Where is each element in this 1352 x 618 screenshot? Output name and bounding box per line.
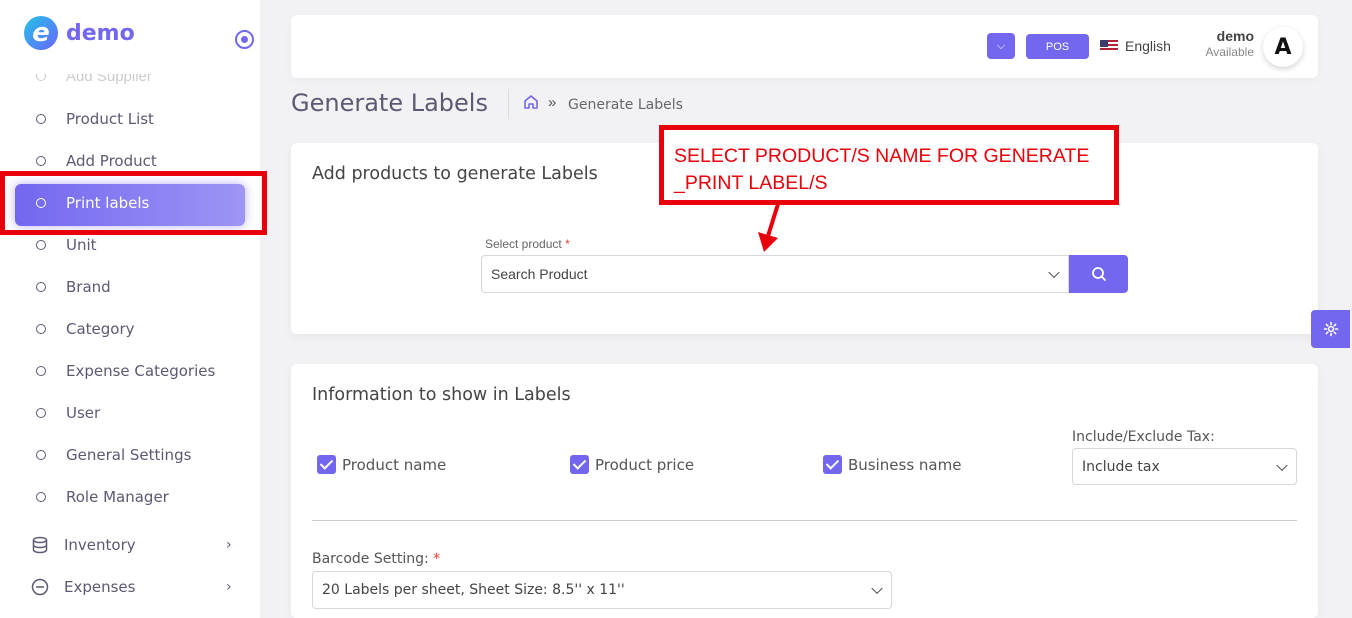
card-title: Add products to generate Labels [312, 164, 598, 184]
tax-label: Include/Exclude Tax: [1072, 429, 1215, 445]
sidebar-item-label: Add Product [66, 152, 157, 170]
sidebar-item-label: General Settings [66, 446, 192, 464]
circle-icon [36, 198, 46, 208]
brand[interactable]: e demo [24, 16, 135, 50]
tax-value: Include tax [1082, 458, 1160, 475]
pos-button[interactable]: POS [1026, 34, 1089, 59]
customizer-settings-button[interactable] [1311, 310, 1350, 348]
barcode-setting-label: Barcode Setting: * [312, 551, 441, 567]
sidebar-item-category[interactable]: Category [0, 308, 260, 350]
card-title: Information to show in Labels [312, 385, 571, 405]
circle-icon [36, 240, 46, 250]
sidebar: e demo Add Supplier Product List Add Pro… [0, 0, 260, 618]
barcode-setting-select[interactable]: 20 Labels per sheet, Sheet Size: 8.5'' x… [312, 571, 892, 609]
header-dropdown-button[interactable]: ⌵ [987, 33, 1015, 59]
sidebar-item-label: Print labels [66, 194, 150, 212]
database-icon [32, 536, 48, 554]
user-info[interactable]: demo Available [1196, 28, 1254, 59]
product-search-select[interactable]: Search Product [481, 255, 1069, 293]
sidebar-item-label: Category [66, 320, 135, 338]
language-label: English [1125, 38, 1171, 54]
annotation-line-2: _PRINT LABEL/S [674, 172, 828, 194]
user-status: Available [1205, 45, 1254, 59]
us-flag-icon [1100, 40, 1118, 52]
sidebar-group-label: Expenses [64, 578, 136, 596]
sidebar-group-label: Inventory [64, 536, 136, 554]
sidebar-item-label: Product List [66, 110, 154, 128]
gear-icon [1323, 321, 1338, 337]
brand-logo: e [24, 16, 58, 50]
minus-circle-icon [31, 578, 49, 596]
search-icon [1091, 267, 1106, 281]
sidebar-item-user[interactable]: User [0, 392, 260, 434]
checkbox-label: Business name [848, 455, 962, 474]
circle-icon [36, 282, 46, 292]
sidebar-item-label: Unit [66, 236, 97, 254]
sidebar-menu: Product List Add Product Print labels Un… [0, 98, 260, 518]
annotation-callout: SELECT PRODUCT/S NAME FOR GENERATE _PRIN… [659, 125, 1119, 205]
product-name-checkbox[interactable]: Product name [317, 455, 446, 474]
divider [312, 520, 1297, 521]
sidebar-item-product-list[interactable]: Product List [0, 98, 260, 140]
sidebar-item-expense-categories[interactable]: Expense Categories [0, 350, 260, 392]
sidebar-group-expenses[interactable]: Expenses › [0, 566, 260, 608]
circle-icon [36, 156, 46, 166]
annotation-arrow [758, 203, 780, 252]
avatar[interactable]: A [1263, 27, 1303, 67]
sidebar-item-label: Expense Categories [66, 362, 216, 380]
label-info-card: Information to show in Labels Product na… [291, 364, 1318, 618]
language-selector[interactable]: English [1100, 38, 1171, 54]
chevron-down-icon [1276, 459, 1288, 471]
search-button[interactable] [1069, 255, 1128, 293]
product-price-checkbox[interactable]: Product price [570, 455, 694, 474]
sidebar-item-label: Role Manager [66, 488, 169, 506]
sidebar-item-general-settings[interactable]: General Settings [0, 434, 260, 476]
tax-select[interactable]: Include tax [1072, 448, 1297, 485]
home-icon[interactable] [523, 94, 539, 110]
chevron-down-icon [1048, 266, 1060, 279]
sidebar-item-label: User [66, 404, 101, 422]
circle-icon [36, 408, 46, 418]
sidebar-item-brand[interactable]: Brand [0, 266, 260, 308]
annotation-line-1: SELECT PRODUCT/S NAME FOR GENERATE [674, 145, 1090, 167]
title-divider [508, 89, 509, 119]
checkbox-checked-icon [317, 455, 336, 474]
search-placeholder: Search Product [491, 266, 588, 282]
checkbox-checked-icon [823, 455, 842, 474]
user-name: demo [1216, 28, 1254, 44]
sidebar-item-add-supplier[interactable]: Add Supplier [36, 68, 152, 85]
circle-icon [36, 114, 46, 124]
circle-icon [36, 450, 46, 460]
sidebar-toggle-icon[interactable] [235, 30, 254, 49]
chevron-down-icon: ⌵ [996, 39, 1006, 52]
sidebar-item-role-manager[interactable]: Role Manager [0, 476, 260, 518]
page-title: Generate Labels [291, 89, 488, 117]
select-product-label: Select product * [485, 237, 570, 251]
barcode-setting-value: 20 Labels per sheet, Sheet Size: 8.5'' x… [322, 582, 625, 598]
checkbox-label: Product name [342, 455, 447, 474]
circle-icon [36, 324, 46, 334]
business-name-checkbox[interactable]: Business name [823, 455, 961, 474]
sidebar-group-inventory[interactable]: Inventory › [0, 524, 260, 566]
breadcrumb-separator: » [548, 94, 557, 111]
sidebar-item-label: Add Supplier [66, 68, 152, 85]
chevron-right-icon: › [226, 537, 232, 553]
top-header: ⌵ POS English demo Available A [291, 15, 1318, 78]
checkbox-checked-icon [570, 455, 589, 474]
breadcrumb-current: Generate Labels [568, 97, 683, 113]
checkbox-label: Product price [595, 455, 695, 474]
circle-icon [36, 492, 46, 502]
brand-name: demo [66, 20, 135, 46]
chevron-down-icon [871, 582, 883, 595]
circle-icon [36, 366, 46, 376]
sidebar-item-label: Brand [66, 278, 111, 296]
chevron-right-icon: › [226, 579, 232, 595]
